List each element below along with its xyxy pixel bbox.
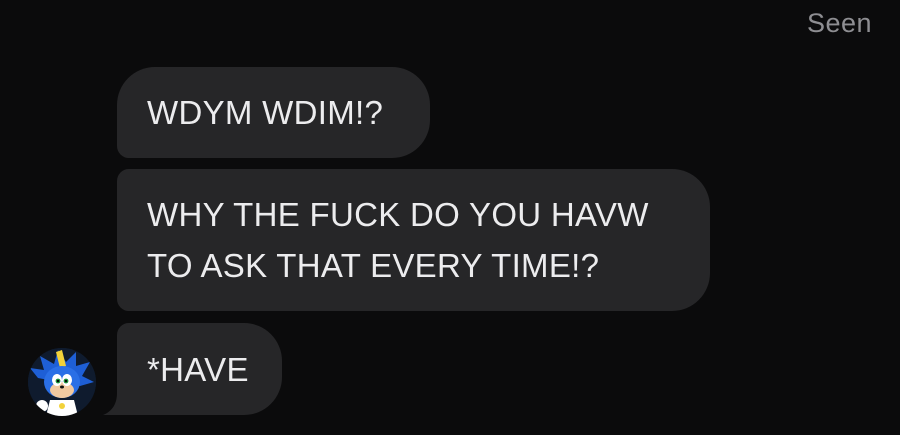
message-bubble[interactable]: *HAVE: [117, 323, 282, 415]
sender-avatar[interactable]: [28, 348, 96, 416]
sonic-character-avatar-icon: [28, 348, 96, 416]
message-bubble[interactable]: WDYM WDIM!?: [117, 67, 430, 158]
bubble-tail-icon: [103, 393, 127, 415]
message-text: WDYM WDIM!?: [147, 94, 384, 131]
message-bubble[interactable]: WHY THE FUCK DO YOU HAVW TO ASK THAT EVE…: [117, 169, 710, 311]
message-text: *HAVE: [147, 350, 249, 388]
seen-status: Seen: [806, 8, 872, 38]
message-text: WHY THE FUCK DO YOU HAVW TO ASK THAT EVE…: [147, 196, 649, 284]
